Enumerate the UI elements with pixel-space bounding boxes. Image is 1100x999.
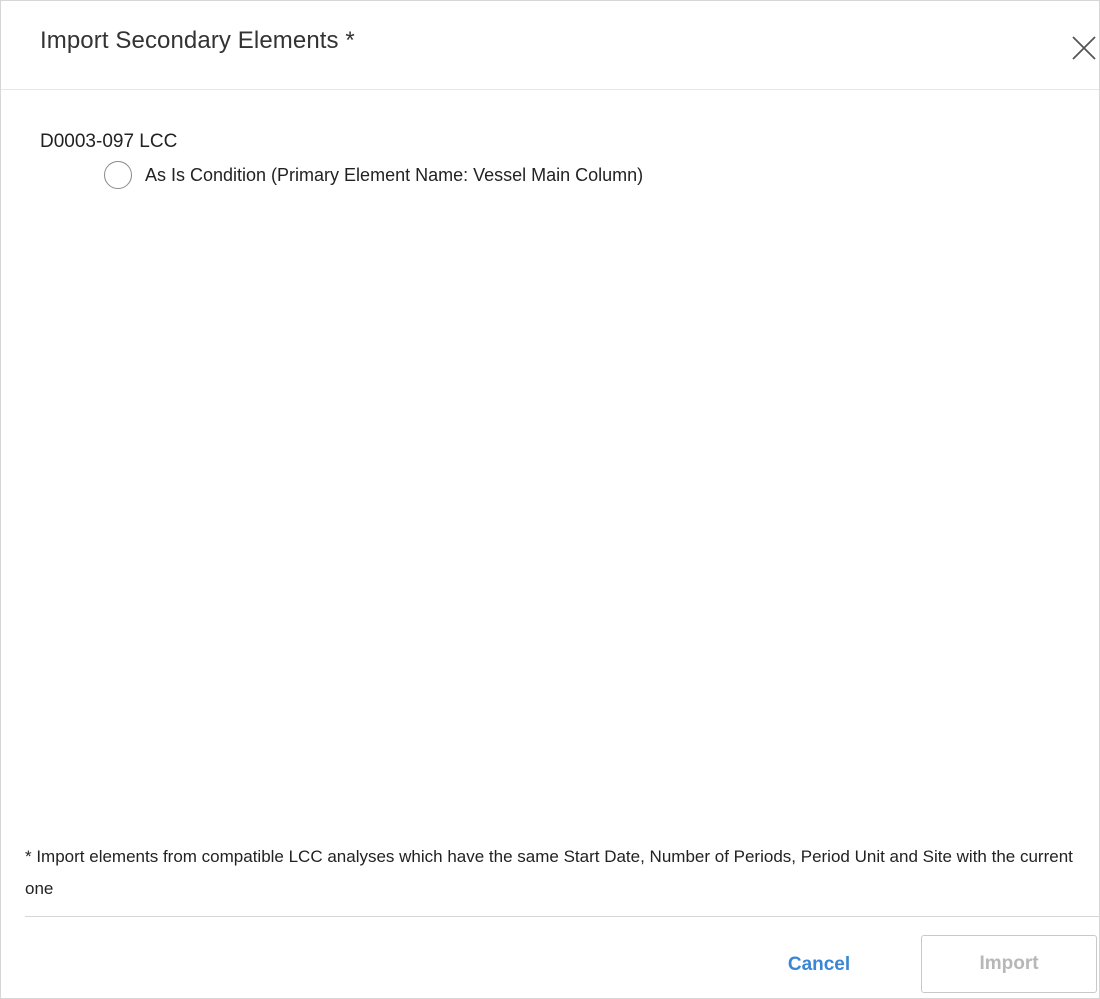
dialog-title: Import Secondary Elements * <box>40 27 355 54</box>
analysis-name: D0003-097 LCC <box>40 131 178 152</box>
import-button[interactable]: Import <box>921 935 1097 993</box>
compatibility-footnote: * Import elements from compatible LCC an… <box>25 847 1073 898</box>
element-option-as-is-condition[interactable]: As Is Condition (Primary Element Name: V… <box>104 159 643 191</box>
import-secondary-elements-dialog: Import Secondary Elements * D0003-097 LC… <box>0 0 1100 999</box>
dialog-header: Import Secondary Elements * <box>1 1 1099 90</box>
close-icon <box>1072 36 1096 60</box>
radio-button[interactable] <box>104 161 132 189</box>
close-button[interactable] <box>1069 33 1099 63</box>
cancel-button[interactable]: Cancel <box>767 936 871 994</box>
footer-divider <box>25 916 1099 917</box>
element-option-label: As Is Condition (Primary Element Name: V… <box>145 164 644 185</box>
